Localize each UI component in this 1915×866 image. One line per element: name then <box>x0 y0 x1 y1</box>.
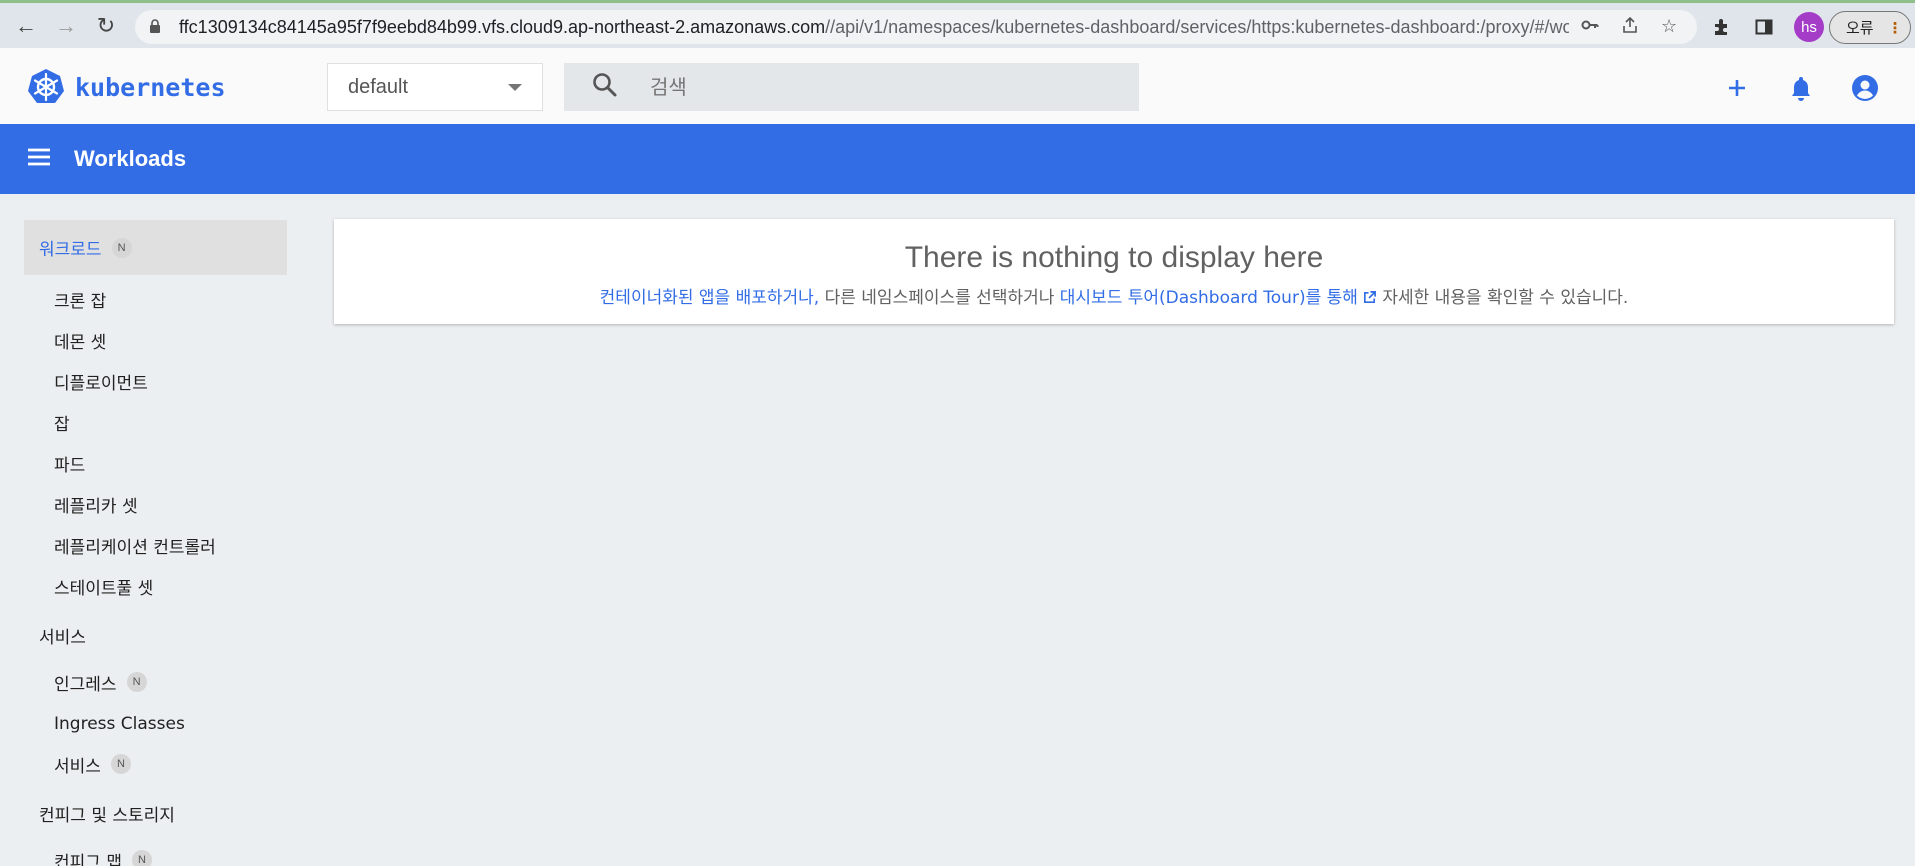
namespace-select[interactable]: default <box>327 63 543 111</box>
open-in-new-icon <box>1363 291 1376 304</box>
error-button[interactable]: 오류 ⋮ <box>1829 11 1911 44</box>
sidebar-item-services-category[interactable]: 서비스 <box>39 620 86 650</box>
key-icon[interactable] <box>1581 16 1599 39</box>
sidebar-item-label: 레플리카 셋 <box>54 496 138 517</box>
address-bar[interactable]: ffc1309134c84145a95f7f9eebd84b99.vfs.clo… <box>135 10 1697 44</box>
page-toolbar: Workloads <box>0 124 1915 194</box>
sidebar-item-config-storage-category[interactable]: 컨피그 및 스토리지 <box>39 798 175 828</box>
sidebar-item-ingress-classes[interactable]: Ingress Classes <box>54 710 185 738</box>
forward-arrow-icon[interactable]: → <box>46 6 86 46</box>
namespaced-badge: N <box>111 237 132 258</box>
deploy-app-link[interactable]: 컨테이너화된 앱을 배포하거나, <box>600 288 820 308</box>
kebab-menu-icon: ⋮ <box>1887 19 1903 37</box>
sidebar-item-configmaps[interactable]: 컨피그 맵 N <box>54 846 152 866</box>
dashboard-tour-link[interactable]: 대시보드 투어(Dashboard Tour)를 통해 <box>1060 288 1377 308</box>
sidebar-item-cronjobs[interactable]: 크론 잡 <box>54 285 106 313</box>
sidebar: 워크로드 N 크론 잡 데몬 셋 디플로이먼트 잡 파드 레플리카 셋 레플리케… <box>0 194 305 866</box>
sidebar-item-label: 워크로드 <box>39 240 102 260</box>
sidebar-item-label: 레플리케이션 컨트롤러 <box>54 537 216 558</box>
url-text: ffc1309134c84145a95f7f9eebd84b99.vfs.clo… <box>179 17 1569 38</box>
sidebar-item-label: 데몬 셋 <box>54 332 107 353</box>
browser-toolbar: ← → ↻ ffc1309134c84145a95f7f9eebd84b99.v… <box>0 0 1915 48</box>
sidebar-item-label: 스테이트풀 셋 <box>54 578 154 599</box>
account-circle-icon <box>1852 75 1878 101</box>
search-icon <box>592 72 622 103</box>
logo-text: kubernetes <box>75 72 226 102</box>
namespace-value: default <box>348 75 409 98</box>
namespaced-badge: N <box>126 672 147 692</box>
sidebar-item-label: 컨피그 맵 <box>54 852 122 866</box>
lock-icon <box>149 18 171 36</box>
share-icon[interactable] <box>1621 16 1639 39</box>
url-path: //api/v1/namespaces/kubernetes-dashboard… <box>825 16 1569 37</box>
empty-state-hint: 컨테이너화된 앱을 배포하거나, 다른 네임스페이스를 선택하거나 대시보드 투… <box>334 283 1894 308</box>
search-bar[interactable] <box>564 63 1139 111</box>
extensions-icon[interactable] <box>1710 15 1734 39</box>
error-label: 오류 <box>1846 20 1874 37</box>
sidebar-item-statefulsets[interactable]: 스테이트풀 셋 <box>54 572 153 600</box>
hamburger-menu-icon[interactable] <box>26 147 52 172</box>
sidebar-item-label: 컨피그 및 스토리지 <box>39 805 175 826</box>
sidebar-item-workloads[interactable]: 워크로드 N <box>24 220 287 275</box>
create-resource-button[interactable] <box>1722 73 1752 103</box>
sidebar-item-label: 서비스 <box>54 756 101 777</box>
dropdown-caret-icon <box>508 84 522 91</box>
sidebar-item-services[interactable]: 서비스 N <box>54 750 131 778</box>
profile-avatar[interactable]: hs <box>1794 12 1824 42</box>
plus-icon <box>1729 80 1745 96</box>
sidebar-item-pods[interactable]: 파드 <box>54 449 85 477</box>
sidebar-item-replicationcontrollers[interactable]: 레플리케이션 컨트롤러 <box>54 531 216 559</box>
bookmark-star-icon[interactable]: ☆ <box>1661 16 1677 39</box>
search-input[interactable] <box>650 75 1130 99</box>
app-header: kubernetes default <box>0 48 1915 124</box>
bell-icon <box>1792 77 1810 101</box>
page-title: Workloads <box>74 146 187 171</box>
side-panel-icon[interactable] <box>1752 15 1776 39</box>
empty-state-card: There is nothing to display here 컨테이너화된 … <box>334 219 1894 324</box>
hint-text: 다른 네임스페이스를 선택하거나 <box>819 288 1060 308</box>
sidebar-item-ingresses[interactable]: 인그레스 N <box>54 668 147 696</box>
sidebar-item-label: 디플로이먼트 <box>54 373 148 394</box>
sidebar-item-label: 크론 잡 <box>54 291 107 312</box>
sidebar-item-label: 잡 <box>54 414 70 435</box>
sidebar-item-deployments[interactable]: 디플로이먼트 <box>54 367 148 395</box>
kubernetes-logo[interactable]: kubernetes <box>27 68 226 106</box>
reload-icon[interactable]: ↻ <box>86 6 126 46</box>
hint-text-end: 자세한 내용을 확인할 수 있습니다. <box>1376 288 1629 308</box>
empty-state-title: There is nothing to display here <box>904 241 1324 274</box>
back-arrow-icon[interactable]: ← <box>6 6 46 46</box>
sidebar-item-label: Ingress Classes <box>54 714 185 734</box>
url-host: ffc1309134c84145a95f7f9eebd84b99.vfs.clo… <box>179 16 826 37</box>
sidebar-item-jobs[interactable]: 잡 <box>54 408 70 436</box>
helm-wheel-icon <box>28 69 64 103</box>
namespaced-badge: N <box>131 850 152 866</box>
notifications-button[interactable] <box>1786 73 1816 103</box>
user-account-button[interactable] <box>1850 73 1880 103</box>
sidebar-item-label: 파드 <box>54 455 86 476</box>
sidebar-item-replicasets[interactable]: 레플리카 셋 <box>54 490 138 518</box>
sidebar-item-daemonsets[interactable]: 데몬 셋 <box>54 326 106 354</box>
sidebar-item-label: 서비스 <box>39 627 86 648</box>
namespaced-badge: N <box>110 754 131 774</box>
sidebar-item-label: 인그레스 <box>54 674 117 695</box>
dashboard-tour-label: 대시보드 투어(Dashboard Tour)를 통해 <box>1059 288 1358 308</box>
